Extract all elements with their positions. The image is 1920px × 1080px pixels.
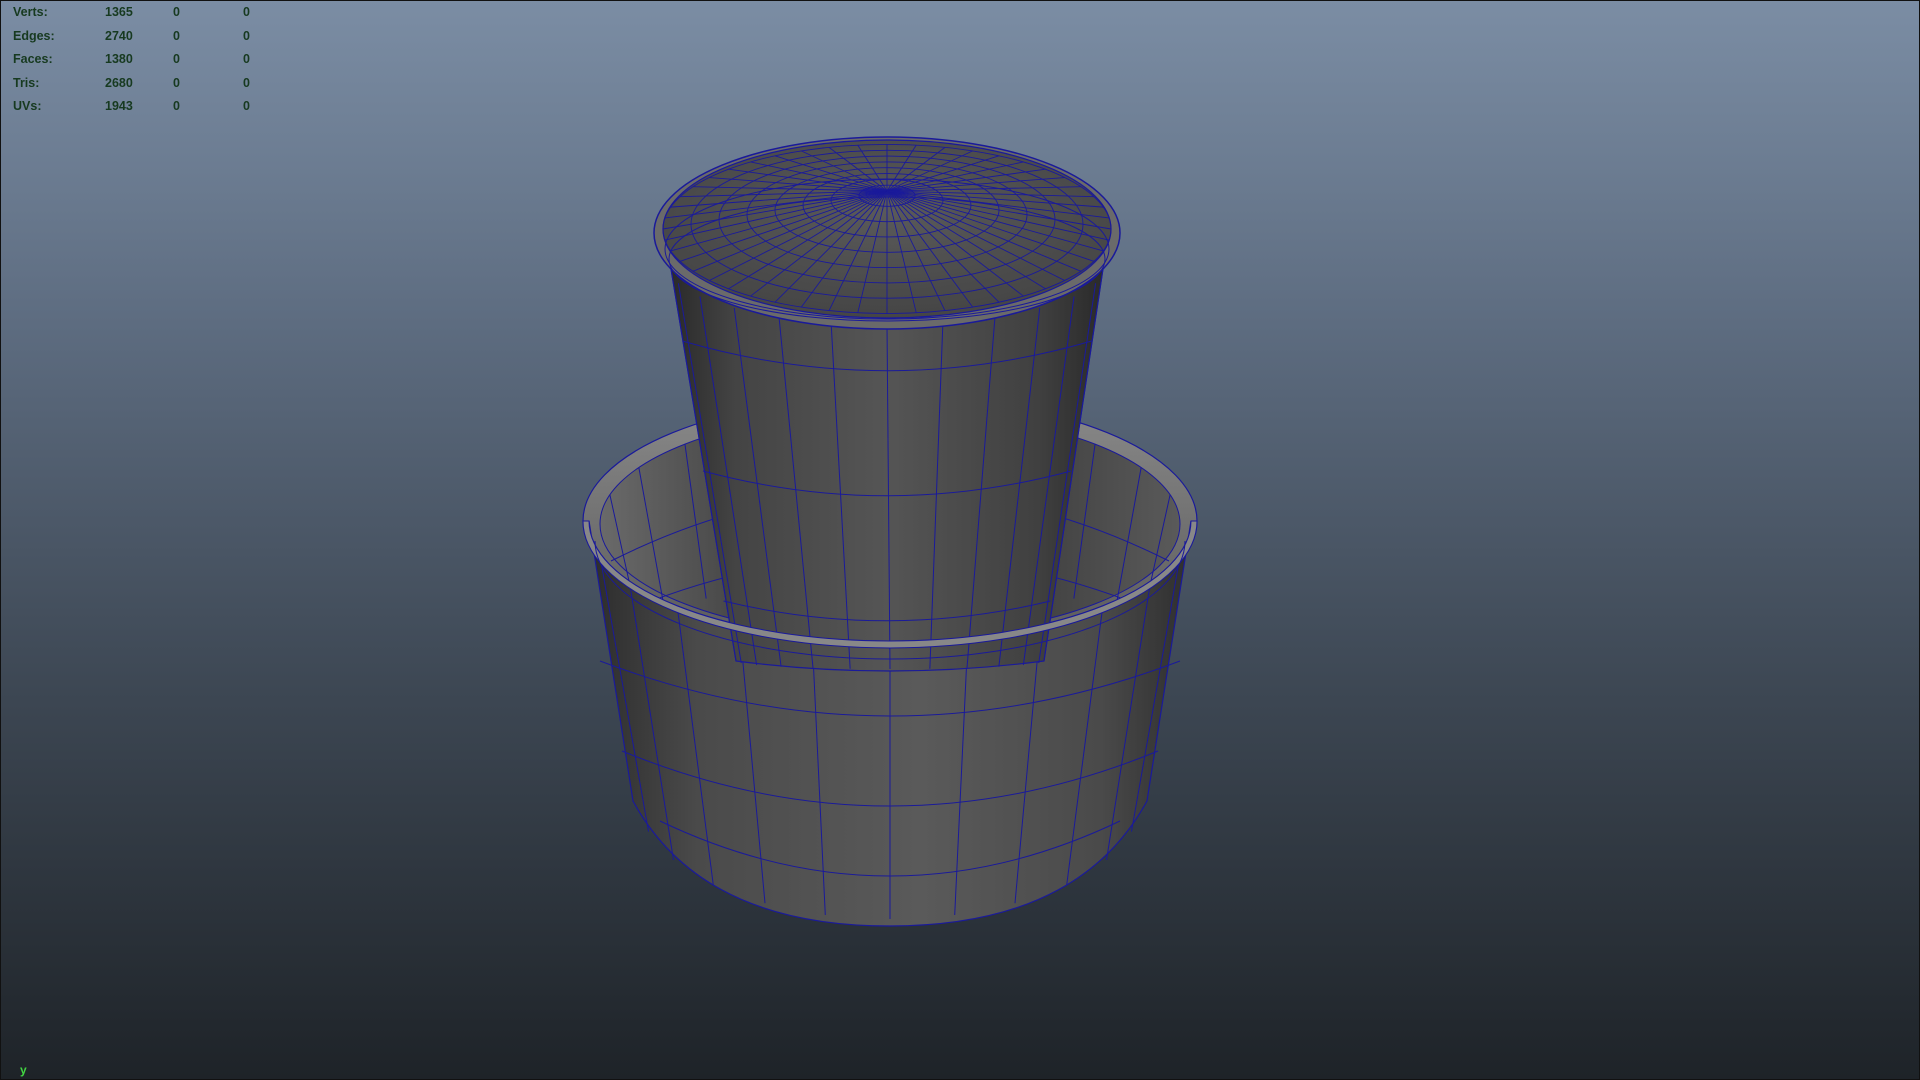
- axis-label-y: y: [20, 1063, 27, 1077]
- viewport-3d[interactable]: Verts: 1365 0 0 Edges: 2740 0 0 Faces: 1…: [0, 0, 1920, 1080]
- cup-lid: [653, 136, 1121, 330]
- mesh-model[interactable]: [1, 1, 1920, 1080]
